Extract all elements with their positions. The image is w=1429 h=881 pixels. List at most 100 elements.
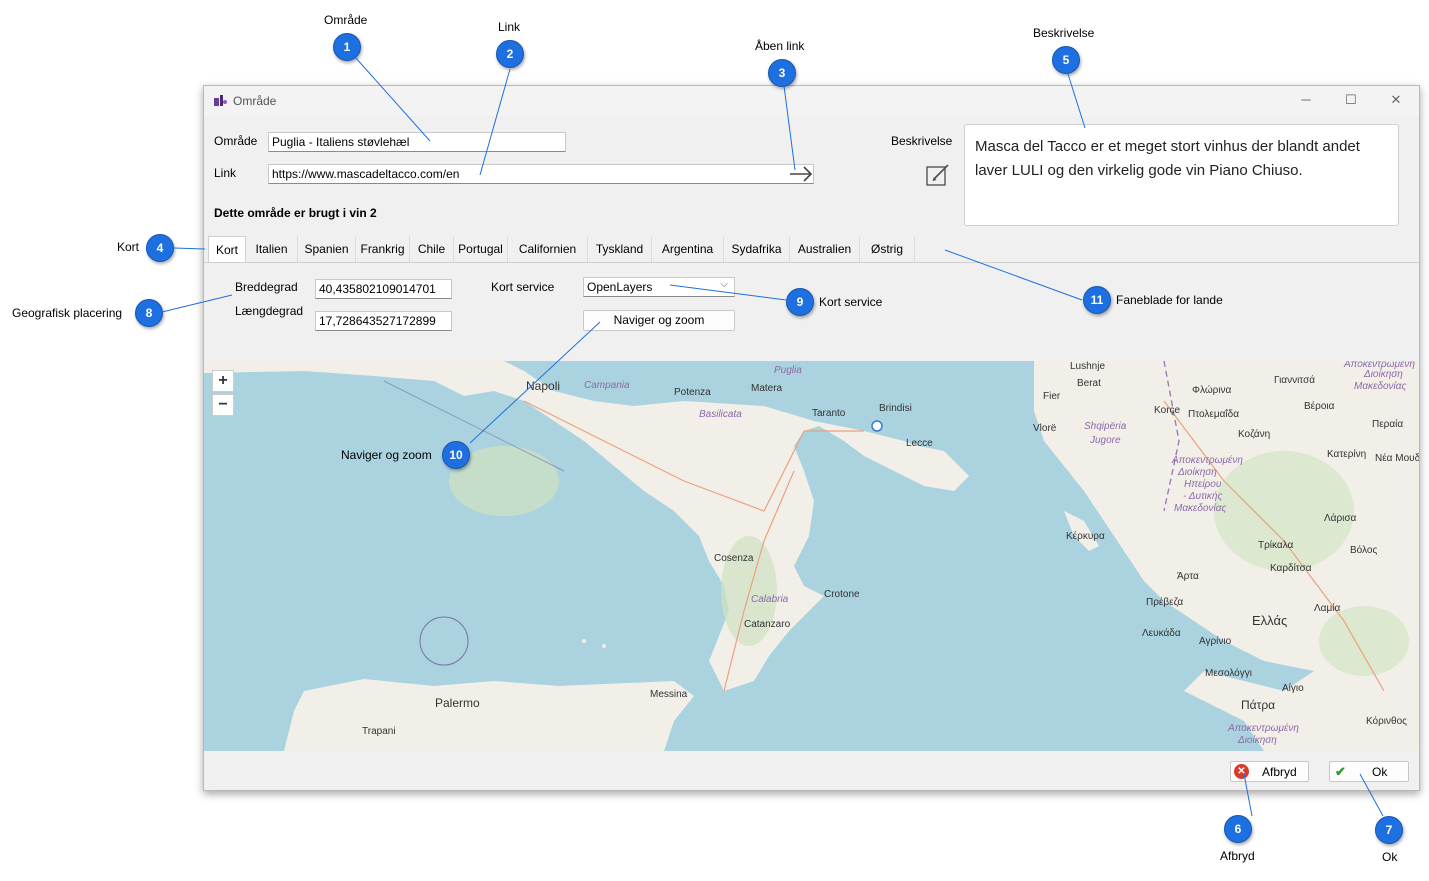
ok-label: Ok: [1372, 765, 1388, 779]
edit-description-icon[interactable]: [925, 162, 951, 188]
map-label: Αποκεντρωμένη: [1228, 723, 1299, 734]
map-service-label: Kort service: [491, 280, 555, 294]
map-label: - Δυτικής: [1183, 491, 1223, 502]
ok-button[interactable]: ✔ Ok: [1329, 761, 1409, 782]
longitude-input[interactable]: [315, 311, 452, 331]
area-dialog: Område ─ ☐ ✕ Område Link Dette område er…: [203, 85, 1420, 791]
map-label: Napoli: [526, 379, 561, 393]
map-label: Lushnje: [1070, 361, 1106, 372]
cancel-icon: ✕: [1234, 764, 1249, 779]
map-label: Taranto: [812, 408, 846, 419]
map-label: Matera: [751, 383, 783, 394]
map-label: Βόλος: [1350, 545, 1378, 556]
map-label: Λευκάδα: [1142, 628, 1181, 639]
map-label: Crotone: [824, 589, 860, 600]
zoom-in-button[interactable]: +: [212, 370, 234, 392]
map-view[interactable]: + − Napoli Campania Puglia Potenza Mater…: [204, 361, 1419, 751]
map-label: Φλώρινα: [1192, 385, 1232, 396]
description-textbox[interactable]: Masca del Tacco er et meget stort vinhus…: [964, 124, 1399, 226]
callout-label-10: Naviger og zoom: [341, 448, 432, 462]
link-input[interactable]: [268, 164, 814, 184]
map-label: Brindisi: [879, 403, 912, 414]
zoom-out-button[interactable]: −: [212, 394, 234, 416]
callout-label-4: Kort: [117, 240, 140, 254]
callout-label-6: Afbryd: [1220, 849, 1255, 863]
tab-portugal[interactable]: Portugal: [454, 236, 508, 262]
map-label: Calabria: [751, 594, 789, 605]
map-label: Περαία: [1372, 419, 1404, 430]
tab-kort[interactable]: Kort: [208, 236, 246, 262]
window-title: Område: [233, 94, 277, 108]
usage-text: Dette område er brugt i vin 2: [214, 206, 377, 220]
map-label: Αίγιο: [1282, 683, 1304, 694]
callout-label-1: Område: [324, 13, 368, 27]
area-input[interactable]: [268, 132, 566, 152]
title-bar: Område ─ ☐ ✕: [204, 86, 1419, 116]
checkmark-icon: ✔: [1335, 764, 1346, 779]
callout-label-7: Ok: [1382, 850, 1398, 864]
callout-label-2: Link: [498, 20, 521, 34]
map-label: Μακεδονίας: [1354, 381, 1407, 392]
callout-label-3: Åben link: [755, 39, 805, 53]
longitude-label: Længdegrad: [235, 304, 304, 318]
callout-badge-4: 4: [146, 234, 174, 262]
navigate-zoom-button[interactable]: Naviger og zoom: [583, 310, 735, 331]
map-label: Berat: [1077, 378, 1101, 389]
map-label: Διοίκηση: [1364, 369, 1403, 380]
cancel-button[interactable]: ✕ Afbryd: [1230, 761, 1309, 782]
tab-californien[interactable]: Californien: [508, 236, 588, 262]
map-label: Βέροια: [1304, 401, 1335, 412]
tab-australien[interactable]: Australien: [790, 236, 860, 262]
tab-frankrig[interactable]: Frankrig: [356, 236, 410, 262]
area-label: Område: [214, 134, 258, 148]
tab-chile[interactable]: Chile: [410, 236, 454, 262]
map-label: Τρίκαλα: [1258, 540, 1294, 551]
map-label: Κόρινθος: [1366, 716, 1407, 727]
description-label: Beskrivelse: [891, 134, 953, 148]
tab-argentina[interactable]: Argentina: [652, 236, 724, 262]
open-link-arrow-icon[interactable]: [789, 166, 813, 182]
callout-label-8: Geografisk placering: [12, 306, 123, 320]
map-label: Λαμία: [1314, 603, 1341, 614]
map-label: Jugore: [1090, 435, 1121, 446]
map-label: Palermo: [435, 696, 480, 710]
callout-label-11: Faneblade for lande: [1116, 293, 1223, 307]
app-wine-icon: [213, 93, 227, 107]
callout-badge-6: 6: [1224, 815, 1252, 843]
callout-badge-7: 7: [1375, 816, 1403, 844]
minimize-icon[interactable]: ─: [1296, 92, 1316, 107]
map-label: Potenza: [674, 387, 711, 398]
tab-østrig[interactable]: Østrig: [860, 236, 915, 262]
callout-label-9: Kort service: [819, 295, 883, 309]
tab-spanien[interactable]: Spanien: [298, 236, 356, 262]
latitude-label: Breddegrad: [235, 280, 298, 294]
map-label: Campania: [584, 380, 630, 391]
map-label: Πτολεμαΐδα: [1188, 409, 1239, 420]
map-label: Αγρίνιο: [1199, 636, 1232, 647]
map-service-select[interactable]: OpenLayers ⌵: [583, 277, 735, 297]
close-icon[interactable]: ✕: [1386, 92, 1406, 108]
maximize-icon[interactable]: ☐: [1341, 92, 1361, 108]
map-label: Shqipëria: [1084, 421, 1127, 432]
tab-tyskland[interactable]: Tyskland: [588, 236, 652, 262]
map-label: Μεσολόγγι: [1205, 668, 1252, 679]
callout-badge-1: 1: [333, 33, 361, 61]
callout-badge-5: 5: [1052, 46, 1080, 74]
chevron-down-icon: ⌵: [720, 279, 728, 290]
tab-italien[interactable]: Italien: [246, 236, 298, 262]
map-label: Μακεδονίας: [1174, 503, 1227, 514]
map-label: Διοίκηση: [1238, 735, 1277, 746]
map-label: Trapani: [362, 726, 396, 737]
tab-sydafrika[interactable]: Sydafrika: [724, 236, 790, 262]
map-label: Basilicata: [699, 409, 742, 420]
map-label: Κοζάνη: [1238, 429, 1271, 440]
map-label: Κατερίνη: [1327, 449, 1367, 460]
map-label: Πρέβεζα: [1146, 597, 1184, 608]
map-label: Άρτα: [1177, 571, 1199, 582]
latitude-input[interactable]: [315, 279, 452, 299]
callout-badge-2: 2: [496, 40, 524, 68]
callout-badge-9: 9: [786, 288, 814, 316]
map-label: Cosenza: [714, 553, 754, 564]
map-label: Lecce: [906, 438, 933, 449]
map-label: Ηπείρου: [1184, 479, 1222, 490]
